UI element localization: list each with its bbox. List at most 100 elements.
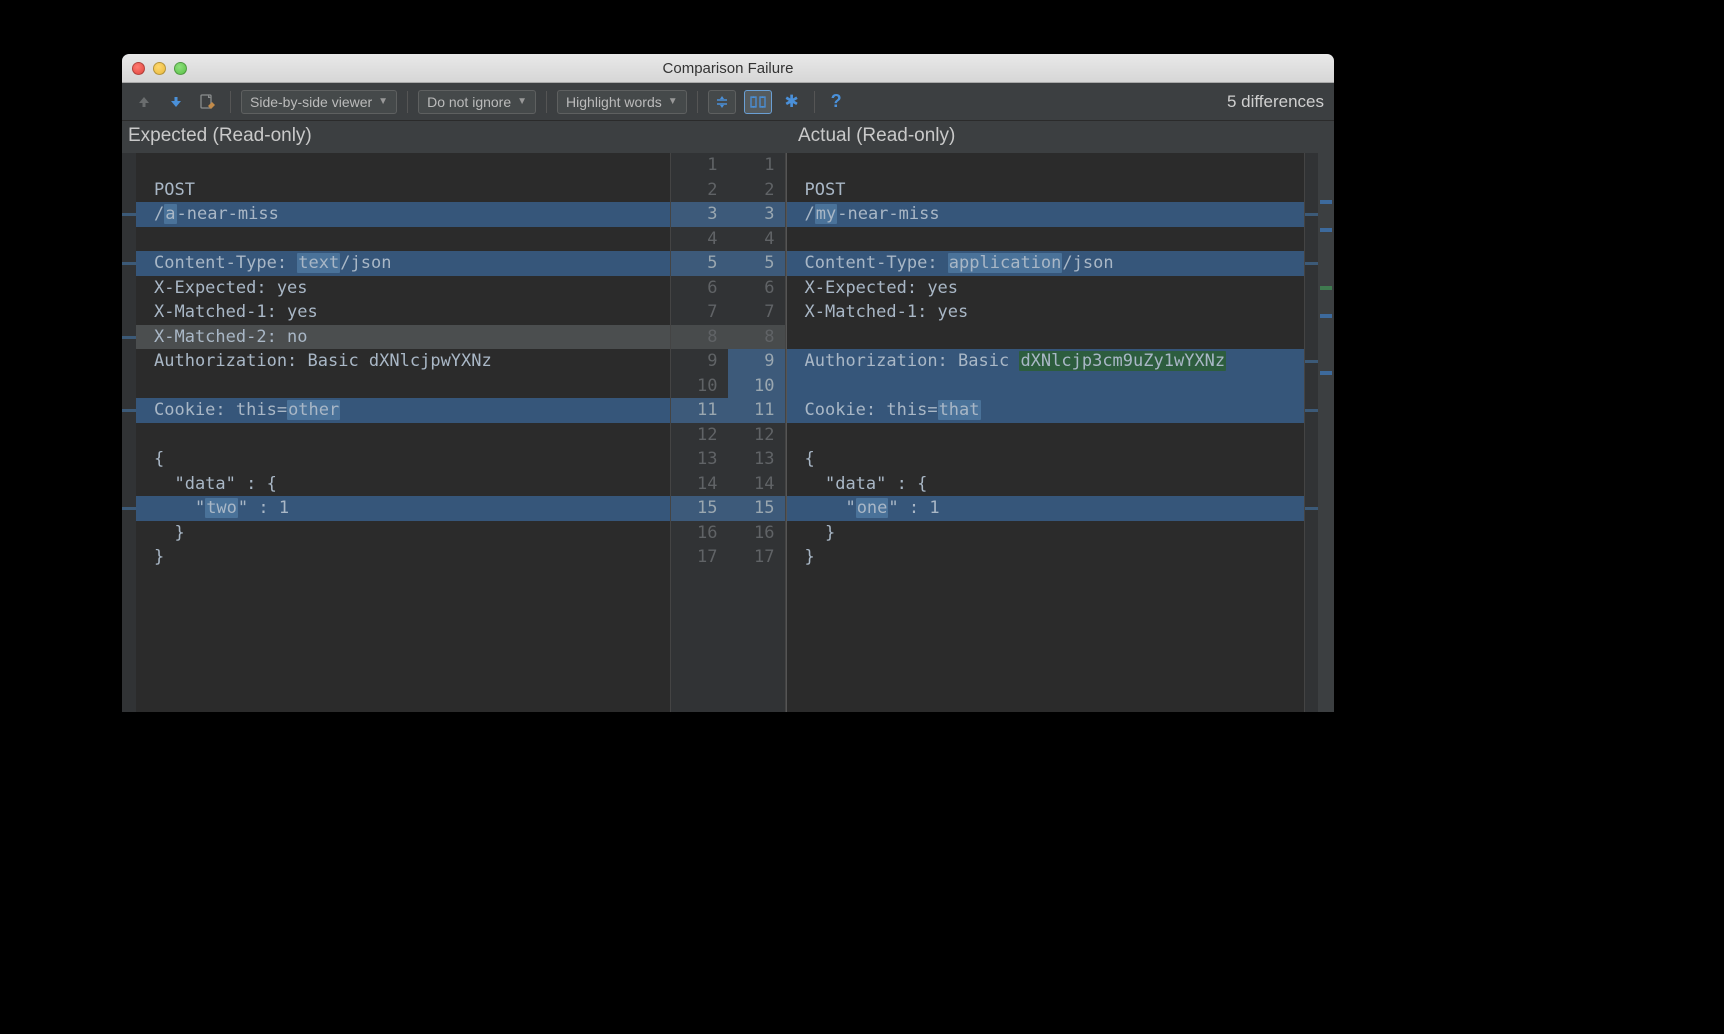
right-change-markers bbox=[1304, 153, 1318, 712]
settings-button[interactable]: ✱ bbox=[780, 90, 804, 114]
gutter-line: 16 bbox=[728, 521, 785, 546]
right-gutter: 1234567891011121314151617 bbox=[728, 153, 786, 712]
gutter-line: 6 bbox=[671, 276, 728, 301]
collapse-unchanged-button[interactable] bbox=[708, 90, 736, 114]
close-button[interactable] bbox=[132, 62, 145, 75]
gutter-line: 17 bbox=[728, 545, 785, 570]
gutter-line: 8 bbox=[728, 325, 785, 350]
gutter-line: 13 bbox=[728, 447, 785, 472]
gutter-line: 2 bbox=[671, 178, 728, 203]
code-line: X-Expected: yes bbox=[136, 276, 670, 301]
left-gutter: 1234567891011121314151617 bbox=[670, 153, 728, 712]
collapse-icon bbox=[714, 94, 730, 110]
gutter-line: 6 bbox=[728, 276, 785, 301]
chevron-down-icon: ▼ bbox=[517, 96, 527, 107]
toolbar: Side-by-side viewer ▼ Do not ignore ▼ Hi… bbox=[122, 83, 1334, 121]
diff-count: 5 differences bbox=[1227, 92, 1324, 112]
gutter-line: 1 bbox=[728, 153, 785, 178]
help-button[interactable]: ? bbox=[831, 91, 842, 112]
minimize-button[interactable] bbox=[153, 62, 166, 75]
code-line bbox=[136, 227, 670, 252]
gutter-line: 11 bbox=[728, 398, 785, 423]
chevron-down-icon: ▼ bbox=[668, 96, 678, 107]
gutter-line: 15 bbox=[671, 496, 728, 521]
code-line bbox=[136, 423, 670, 448]
left-change-markers bbox=[122, 153, 136, 712]
viewer-mode-dropdown[interactable]: Side-by-side viewer ▼ bbox=[241, 90, 397, 114]
code-line bbox=[136, 374, 670, 399]
code-line: Authorization: Basic dXNlcjp3cm9uZy1wYXN… bbox=[787, 349, 1305, 374]
file-edit-icon bbox=[199, 93, 217, 111]
gutter-line: 5 bbox=[728, 251, 785, 276]
gutter-line: 9 bbox=[671, 349, 728, 374]
code-line: Cookie: this=other bbox=[136, 398, 670, 423]
gutter-line: 15 bbox=[728, 496, 785, 521]
code-line: X-Matched-1: yes bbox=[787, 300, 1305, 325]
code-line: X-Matched-2: no bbox=[136, 325, 670, 350]
code-line bbox=[136, 153, 670, 178]
titlebar: Comparison Failure bbox=[122, 54, 1334, 83]
code-line: /a-near-miss bbox=[136, 202, 670, 227]
toolbar-separator bbox=[546, 91, 547, 113]
right-pane[interactable]: POST/my-near-missContent-Type: applicati… bbox=[786, 153, 1335, 712]
right-code: POST/my-near-missContent-Type: applicati… bbox=[787, 153, 1305, 570]
toolbar-separator bbox=[230, 91, 231, 113]
arrow-down-icon bbox=[168, 94, 184, 110]
code-line: X-Expected: yes bbox=[787, 276, 1305, 301]
code-line bbox=[787, 423, 1305, 448]
gutter-line: 13 bbox=[671, 447, 728, 472]
gutter-line: 3 bbox=[728, 202, 785, 227]
code-line bbox=[787, 325, 1305, 350]
sync-scroll-button[interactable] bbox=[744, 90, 772, 114]
right-pane-title: Actual (Read-only) bbox=[784, 121, 1334, 153]
left-pane[interactable]: POST/a-near-missContent-Type: text/jsonX… bbox=[122, 153, 670, 712]
zoom-button[interactable] bbox=[174, 62, 187, 75]
gutter-line: 14 bbox=[671, 472, 728, 497]
gutter-line: 11 bbox=[671, 398, 728, 423]
code-line: "two" : 1 bbox=[136, 496, 670, 521]
diff-editor: POST/a-near-missContent-Type: text/jsonX… bbox=[122, 153, 1334, 712]
gutter-line: 14 bbox=[728, 472, 785, 497]
next-diff-button[interactable] bbox=[164, 90, 188, 114]
gutter-line: 10 bbox=[671, 374, 728, 399]
code-line: } bbox=[136, 545, 670, 570]
code-line: POST bbox=[136, 178, 670, 203]
code-line: "data" : { bbox=[136, 472, 670, 497]
gutter-line: 12 bbox=[728, 423, 785, 448]
gutter-line: 9 bbox=[728, 349, 785, 374]
chevron-down-icon: ▼ bbox=[378, 96, 388, 107]
traffic-lights bbox=[122, 62, 187, 75]
window-title: Comparison Failure bbox=[122, 60, 1334, 77]
code-line: "one" : 1 bbox=[787, 496, 1305, 521]
highlight-mode-dropdown[interactable]: Highlight words ▼ bbox=[557, 90, 687, 114]
gutter-line: 1 bbox=[671, 153, 728, 178]
highlight-mode-label: Highlight words bbox=[566, 94, 662, 110]
code-line: X-Matched-1: yes bbox=[136, 300, 670, 325]
toolbar-separator bbox=[407, 91, 408, 113]
gutter-line: 10 bbox=[728, 374, 785, 399]
code-line: { bbox=[787, 447, 1305, 472]
sync-scroll-icon bbox=[749, 94, 767, 110]
gutter-line: 12 bbox=[671, 423, 728, 448]
gear-icon: ✱ bbox=[785, 92, 799, 112]
gutter-line: 5 bbox=[671, 251, 728, 276]
diff-window: Comparison Failure Side-by-side viewer ▼… bbox=[122, 54, 1334, 712]
gutter-line: 8 bbox=[671, 325, 728, 350]
gutter-line: 7 bbox=[728, 300, 785, 325]
edit-left-button[interactable] bbox=[196, 90, 220, 114]
code-line: { bbox=[136, 447, 670, 472]
code-line: "data" : { bbox=[787, 472, 1305, 497]
viewer-mode-label: Side-by-side viewer bbox=[250, 94, 372, 110]
gutter-line: 7 bbox=[671, 300, 728, 325]
gutter-line: 3 bbox=[671, 202, 728, 227]
arrow-up-icon bbox=[136, 94, 152, 110]
prev-diff-button[interactable] bbox=[132, 90, 156, 114]
code-line bbox=[787, 227, 1305, 252]
code-line: POST bbox=[787, 178, 1305, 203]
ignore-mode-dropdown[interactable]: Do not ignore ▼ bbox=[418, 90, 536, 114]
overview-ruler[interactable] bbox=[1318, 153, 1334, 712]
pane-titles: Expected (Read-only) Actual (Read-only) bbox=[122, 121, 1334, 153]
gutter-line: 4 bbox=[728, 227, 785, 252]
code-line: Authorization: Basic dXNlcjpwYXNz bbox=[136, 349, 670, 374]
left-pane-title: Expected (Read-only) bbox=[122, 121, 664, 153]
